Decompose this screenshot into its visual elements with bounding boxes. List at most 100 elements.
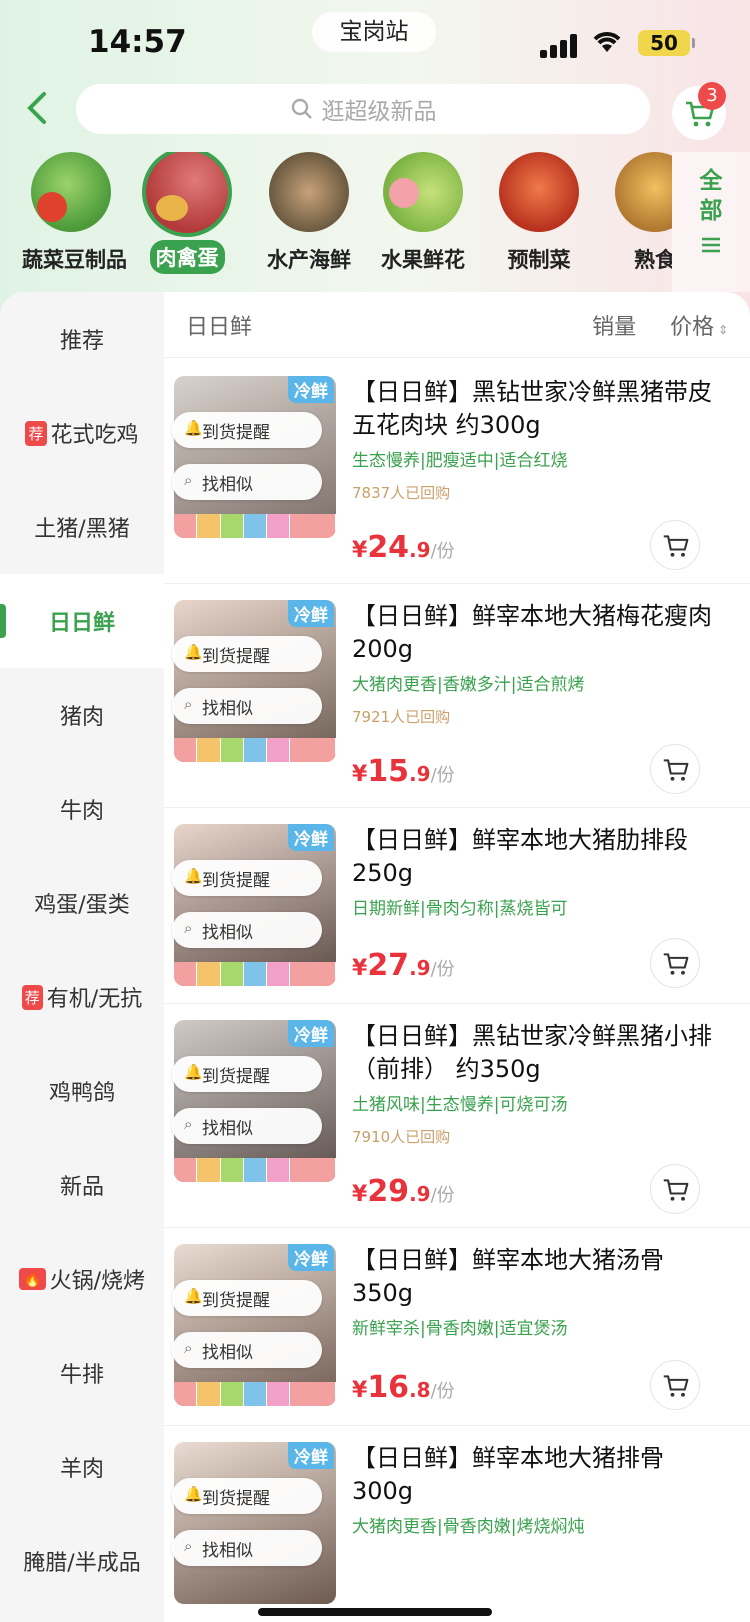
category-meat-eggs[interactable]: 肉禽蛋	[132, 152, 242, 274]
sidebar-item-label: 土猪/黑猪	[34, 517, 130, 542]
price-decimal: .8	[409, 1378, 431, 1402]
price-decimal: .9	[409, 1182, 431, 1206]
back-button[interactable]	[22, 88, 66, 132]
notify-button[interactable]: 🔔 到货提醒	[172, 860, 322, 896]
sidebar-item-label: 鸡鸭鸽	[48, 1081, 115, 1106]
notify-button[interactable]: 🔔 到货提醒	[172, 1280, 322, 1316]
price-decimal: .9	[409, 538, 431, 562]
sidebar-item-steak[interactable]: 牛排	[0, 1326, 164, 1420]
notify-button[interactable]: 🔔 到货提醒	[172, 412, 322, 448]
price-unit: /份	[430, 765, 455, 786]
price-integer: 29	[367, 1174, 410, 1209]
notify-button[interactable]: 🔔 到货提醒	[172, 636, 322, 672]
sidebar-item-poultry[interactable]: 鸡鸭鸽	[0, 1044, 164, 1138]
repurchase-count: 7921人已回购	[352, 708, 451, 726]
home-indicator[interactable]	[258, 1608, 492, 1616]
sidebar-item-label: 新品	[59, 1175, 104, 1200]
notify-label: 到货提醒	[202, 1066, 270, 1087]
status-bar: 14:57 宝岗站 50	[0, 0, 750, 80]
find-similar-button[interactable]: ⌕ 找相似	[172, 1108, 322, 1144]
product-name: 【日日鲜】鲜宰本地大猪肋排段 250g	[352, 826, 688, 887]
all-categories-button[interactable]: 全 部	[672, 152, 750, 292]
product-name: 【日日鲜】鲜宰本地大猪汤骨 350g	[352, 1246, 664, 1307]
product-card[interactable]: 冷鲜 🔔 到货提醒 ⌕ 找相似 【日日鲜】鲜宰本地大猪肋排段 250g 日期新鲜|骨…	[164, 808, 750, 1004]
notify-label: 到货提醒	[202, 422, 270, 443]
sidebar-item-new[interactable]: 新品	[0, 1138, 164, 1232]
category-label: 熟食	[634, 248, 672, 272]
cart-count-badge: 3	[698, 82, 726, 110]
product-card[interactable]: 冷鲜 🔔 到货提醒 ⌕ 找相似 【日日鲜】黑钻世家冷鲜黑猪小排（前排） 约350g …	[164, 1004, 750, 1228]
category-seafood[interactable]: 水产海鲜	[254, 152, 364, 276]
product-card[interactable]: 冷鲜 🔔 到货提醒 ⌕ 找相似 【日日鲜】鲜宰本地大猪梅花瘦肉 200g 大猪肉更香…	[164, 584, 750, 808]
weekday-strip	[174, 962, 336, 986]
sidebar-item-beef[interactable]: 牛肉	[0, 762, 164, 856]
sidebar-item-label: 日日鲜	[48, 611, 115, 636]
add-to-cart-button[interactable]	[650, 1360, 700, 1410]
sidebar-item-chicken[interactable]: 荐花式吃鸡	[0, 386, 164, 480]
sort-by-price[interactable]: 价格 ⇕	[670, 309, 728, 341]
find-similar-button[interactable]: ⌕ 找相似	[172, 912, 322, 948]
sidebar-item-recommend[interactable]: 推荐	[0, 292, 164, 386]
category-fruit-flowers[interactable]: 水果鲜花	[368, 152, 478, 276]
sidebar-item-hotpot-bbq[interactable]: 🔥 火锅/烧烤	[0, 1232, 164, 1326]
category-label: 预制菜	[507, 248, 571, 272]
notify-label: 到货提醒	[202, 1290, 270, 1311]
find-similar-button[interactable]: ⌕ 找相似	[172, 1530, 322, 1566]
currency-symbol: ¥	[352, 1182, 368, 1207]
product-name: 【日日鲜】黑钻世家冷鲜黑猪带皮五花肉块 约300g	[352, 378, 712, 439]
sidebar-item-cured[interactable]: 腌腊/半成品	[0, 1514, 164, 1608]
product-name: 【日日鲜】鲜宰本地大猪排骨 300g	[352, 1444, 664, 1505]
category-cooked-food[interactable]: 熟食	[600, 152, 672, 276]
add-to-cart-button[interactable]	[650, 744, 700, 794]
sidebar-item-eggs[interactable]: 鸡蛋/蛋类	[0, 856, 164, 950]
price-unit: /份	[430, 959, 455, 980]
repurchase-count: 7910人已回购	[352, 1128, 451, 1146]
sort-by-sales[interactable]: 销量	[592, 309, 636, 341]
sidebar-item-local-pork[interactable]: 土猪/黑猪	[0, 480, 164, 574]
search-icon: ⌕	[184, 471, 193, 489]
product-tags: 大猪肉更香|香嫩多汁|适合煎烤	[352, 675, 585, 695]
cart-icon	[663, 1375, 689, 1397]
sidebar-item-organic[interactable]: 荐有机/无抗	[0, 950, 164, 1044]
battery-icon: 50	[638, 30, 695, 56]
product-image: 冷鲜	[174, 376, 336, 538]
find-similar-button[interactable]: ⌕ 找相似	[172, 688, 322, 724]
product-card[interactable]: 冷鲜 🔔 到货提醒 ⌕ 找相似 【日日鲜】鲜宰本地大猪汤骨 350g 新鲜宰杀|骨香…	[164, 1228, 750, 1426]
currency-symbol: ¥	[352, 1378, 368, 1403]
category-vegetables[interactable]: 蔬菜豆制品	[16, 152, 127, 276]
find-similar-button[interactable]: ⌕ 找相似	[172, 464, 322, 500]
product-price: ¥15.9/份	[352, 754, 455, 789]
currency-symbol: ¥	[352, 956, 368, 981]
add-to-cart-button[interactable]	[650, 520, 700, 570]
product-card[interactable]: 冷鲜 🔔 到货提醒 ⌕ 找相似 【日日鲜】鲜宰本地大猪排骨 300g 大猪肉更香|骨…	[164, 1426, 750, 1622]
product-card[interactable]: 冷鲜 🔔 到货提醒 ⌕ 找相似 【日日鲜】黑钻世家冷鲜黑猪带皮五花肉块 约300g …	[164, 360, 750, 584]
similar-label: 找相似	[202, 1540, 253, 1561]
notify-button[interactable]: 🔔 到货提醒	[172, 1478, 322, 1514]
cart-icon	[663, 759, 689, 781]
currency-symbol: ¥	[352, 762, 368, 787]
chilled-badge: 冷鲜	[288, 376, 334, 403]
sidebar-item-lamb[interactable]: 羊肉	[0, 1420, 164, 1514]
notify-button[interactable]: 🔔 到货提醒	[172, 1056, 322, 1092]
price-decimal: .9	[409, 762, 431, 786]
currency-symbol: ¥	[352, 538, 368, 563]
all-label-line2: 部	[699, 198, 723, 224]
weekday-strip	[174, 1158, 336, 1182]
product-image: 冷鲜	[174, 1020, 336, 1182]
search-icon: ⌕	[184, 695, 193, 713]
price-integer: 24	[367, 530, 410, 565]
product-image: 冷鲜	[174, 600, 336, 762]
cellular-signal-icon	[540, 34, 580, 58]
location-pill[interactable]: 宝岗站	[312, 12, 436, 52]
search-bar[interactable]: 逛超级新品	[76, 84, 650, 134]
sidebar-item-pork[interactable]: 猪肉	[0, 668, 164, 762]
search-icon: ⌕	[184, 919, 193, 937]
add-to-cart-button[interactable]	[650, 1164, 700, 1214]
weekday-strip	[174, 514, 336, 538]
sidebar-item-daily-fresh[interactable]: 日日鲜	[0, 574, 164, 668]
add-to-cart-button[interactable]	[650, 938, 700, 988]
find-similar-button[interactable]: ⌕ 找相似	[172, 1332, 322, 1368]
chilled-badge: 冷鲜	[288, 1020, 334, 1047]
category-prepared-food[interactable]: 预制菜	[484, 152, 594, 276]
sidebar-item-label: 火锅/烧烤	[49, 1269, 146, 1294]
